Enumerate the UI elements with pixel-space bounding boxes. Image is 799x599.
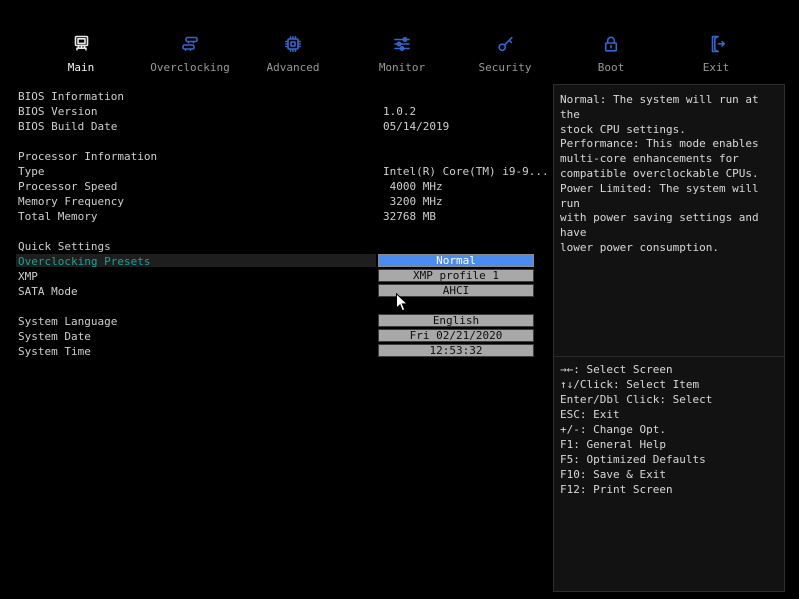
hotkey-save-exit: F10: Save & Exit [560, 468, 666, 481]
ram-icon [135, 30, 245, 58]
tab-label: Overclocking [150, 61, 230, 74]
section-title: Quick Settings [18, 240, 111, 253]
hotkey-select-screen: →←: Select Screen [560, 363, 673, 376]
tab-boot[interactable]: Boot [556, 30, 666, 74]
tab-label: Security [478, 61, 532, 74]
tab-label: Advanced [266, 61, 320, 74]
processor-speed-value: 4000 MHz [383, 180, 443, 193]
section-header-quick-settings: Quick Settings [0, 239, 553, 254]
memory-frequency-value: 3200 MHz [383, 195, 443, 208]
section-title: Processor Information [18, 150, 158, 163]
hotkey-general-help: F1: General Help [560, 438, 666, 451]
hotkey-legend: →←: Select Screen ↑↓/Click: Select Item … [554, 357, 784, 497]
main-settings-area: BIOS Information BIOS Version 1.0.2 BIOS… [0, 89, 553, 359]
info-row-cpu-type: Type Intel(R) Core(TM) i9-9... [18, 165, 549, 178]
setting-description-text: Normal: The system will run at the stock… [554, 85, 784, 357]
tab-overclocking[interactable]: Overclocking [135, 30, 245, 74]
bios-build-date-value: 05/14/2019 [383, 120, 450, 133]
padlock-icon [556, 30, 666, 58]
setting-row-system-date[interactable]: System Date Fri 02/21/2020 [0, 329, 553, 344]
tab-label: Main [67, 61, 95, 74]
section-header-bios-information: BIOS Information [0, 89, 553, 104]
tab-monitor[interactable]: Monitor [347, 30, 457, 74]
tab-label: Exit [702, 61, 730, 74]
bios-top-menu: Main Overclocking Advanced Monitor Secur… [0, 0, 799, 84]
hotkey-exit: ESC: Exit [560, 408, 620, 421]
setting-row-sata-mode[interactable]: SATA Mode AHCI [0, 284, 553, 299]
tab-label: Boot [597, 61, 625, 74]
info-row-bios-version: BIOS Version 1.0.2 [18, 105, 417, 118]
info-row-memory-frequency: Memory Frequency 3200 MHz [18, 195, 443, 208]
hotkey-select: Enter/Dbl Click: Select [560, 393, 713, 406]
chip-icon [238, 30, 348, 58]
exit-door-icon [661, 30, 771, 58]
system-time-value-button[interactable]: 12:53:32 [378, 344, 534, 357]
hotkey-change-opt: +/-: Change Opt. [560, 423, 666, 436]
section-title: BIOS Information [18, 90, 124, 103]
system-date-value-button[interactable]: Fri 02/21/2020 [378, 329, 534, 342]
mouse-cursor [396, 293, 409, 312]
section-header-processor-information: Processor Information [0, 149, 553, 164]
system-language-value-button[interactable]: English [378, 314, 534, 327]
tab-advanced[interactable]: Advanced [238, 30, 348, 74]
tab-security[interactable]: Security [450, 30, 560, 74]
xmp-value-button[interactable]: XMP profile 1 [378, 269, 534, 282]
info-row-bios-build-date: BIOS Build Date 05/14/2019 [18, 120, 450, 133]
setting-row-system-time[interactable]: System Time 12:53:32 [0, 344, 553, 359]
help-panel: Normal: The system will run at the stock… [553, 84, 785, 592]
key-icon [450, 30, 560, 58]
tab-main[interactable]: Main [26, 30, 136, 74]
setting-row-overclocking-presets[interactable]: Overclocking Presets Normal [0, 254, 553, 269]
setting-row-system-language[interactable]: System Language English [0, 314, 553, 329]
total-memory-value: 32768 MB [383, 210, 436, 223]
setting-row-xmp[interactable]: XMP XMP profile 1 [0, 269, 553, 284]
info-row-processor-speed: Processor Speed 4000 MHz [18, 180, 443, 193]
hotkey-select-item: ↑↓/Click: Select Item [560, 378, 700, 391]
info-row-total-memory: Total Memory 32768 MB [18, 210, 436, 223]
overclocking-presets-value-button[interactable]: Normal [378, 254, 534, 267]
hotkey-print-screen: F12: Print Screen [560, 483, 673, 496]
hotkey-optimized-defaults: F5: Optimized Defaults [560, 453, 706, 466]
cpu-type-value: Intel(R) Core(TM) i9-9... [383, 165, 549, 178]
sliders-icon [347, 30, 457, 58]
computer-icon [26, 30, 136, 58]
bios-version-value: 1.0.2 [383, 105, 417, 118]
tab-exit[interactable]: Exit [661, 30, 771, 74]
tab-label: Monitor [378, 61, 426, 74]
